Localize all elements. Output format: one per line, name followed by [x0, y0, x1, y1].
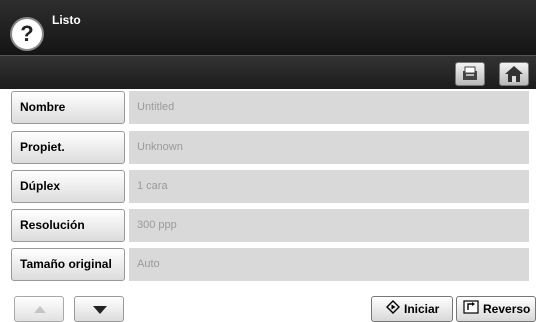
resolucion-value: 300 ppp	[129, 209, 529, 242]
list-item: Propiet. Unknown	[11, 131, 529, 164]
duplex-value: 1 cara	[129, 170, 529, 203]
help-button[interactable]: ?	[12, 19, 42, 49]
reverse-label: Reverso	[483, 302, 531, 316]
toolbar	[0, 55, 536, 89]
scroll-down-button[interactable]	[74, 296, 124, 322]
nombre-value: Untitled	[129, 91, 529, 124]
list-item: Dúplex 1 cara	[11, 170, 529, 203]
nombre-button[interactable]: Nombre	[11, 91, 125, 124]
tamano-original-button[interactable]: Tamaño original	[11, 248, 125, 281]
page-title: Listo	[52, 13, 81, 27]
list-item: Resolución 300 ppp	[11, 209, 529, 242]
start-button[interactable]: Iniciar	[371, 296, 453, 322]
propiet-value: Unknown	[129, 131, 529, 164]
list-item: Nombre Untitled	[11, 91, 529, 124]
scroll-up-button[interactable]	[14, 296, 64, 322]
job-status-icon[interactable]	[455, 62, 485, 86]
duplex-button[interactable]: Dúplex	[11, 170, 125, 203]
start-label: Iniciar	[404, 302, 440, 316]
tamano-original-value: Auto	[129, 248, 529, 281]
status-header: ? Listo	[0, 0, 536, 55]
arrow-up-icon	[34, 306, 46, 313]
arrow-down-icon	[93, 306, 107, 314]
reverse-icon	[463, 298, 479, 322]
propiet-button[interactable]: Propiet.	[11, 131, 125, 164]
start-icon	[386, 298, 400, 322]
resolucion-button[interactable]: Resolución	[11, 209, 125, 242]
home-icon[interactable]	[499, 62, 529, 86]
help-icon: ?	[20, 21, 34, 46]
reverse-button[interactable]: Reverso	[456, 296, 536, 322]
list-item: Tamaño original Auto	[11, 248, 529, 281]
